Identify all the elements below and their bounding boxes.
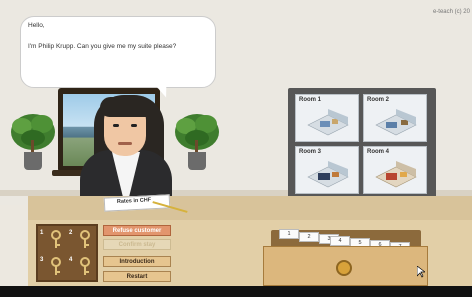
key-2[interactable]: 2 [69, 228, 95, 252]
restart-button[interactable]: Restart [103, 271, 171, 282]
mouse-cursor-icon [417, 266, 425, 278]
room-key-icon [51, 230, 61, 248]
character-eye [131, 124, 137, 127]
desk-top [28, 196, 472, 222]
speech-bubble: Hello, I'm Philip Krupp. Can you give me… [20, 16, 216, 88]
refuse-customer-button[interactable]: Refuse customer [103, 225, 171, 236]
key-4[interactable]: 4 [69, 255, 95, 279]
room-key-icon [51, 257, 61, 275]
hotel-reception-scene: e-teach (c) 20 Hello, I'm Philip Krupp. … [0, 0, 472, 297]
character-mouth [118, 142, 132, 145]
key-number: 4 [69, 257, 73, 263]
drawer-knob[interactable] [336, 260, 352, 276]
room-2-image-icon [375, 109, 417, 136]
disabled-button: Confirm stay [103, 239, 171, 250]
key-board: 1 2 3 4 [36, 224, 98, 282]
plant-pot [188, 152, 206, 170]
rate-sheet-title: Rates in CHF [116, 197, 152, 206]
guest-card[interactable]: 1 [279, 229, 299, 239]
right-plant [172, 106, 222, 176]
key-3[interactable]: 3 [40, 255, 66, 279]
room-3-label: Room 3 [299, 149, 322, 155]
guest-card[interactable]: 4 [330, 236, 350, 246]
room-1-image-icon [307, 109, 349, 136]
room-3-tile[interactable]: Room 3 [295, 146, 359, 194]
plant-leaves-icon [11, 114, 55, 156]
key-number: 1 [40, 230, 44, 236]
key-1[interactable]: 1 [40, 228, 66, 252]
key-number: 3 [40, 257, 44, 263]
room-4-tile[interactable]: Room 4 [363, 146, 427, 194]
plant-pot [24, 152, 42, 170]
room-4-image-icon [375, 161, 417, 188]
character-eye [113, 124, 119, 127]
room-key-icon [80, 230, 90, 248]
key-number: 2 [69, 230, 73, 236]
room-key-icon [80, 257, 90, 275]
dialog-line-1: Hello, [28, 22, 45, 29]
card-drawer[interactable]: 1 2 3 4 5 6 7 [263, 226, 428, 286]
room-monitor: Room 1 Room 2 Room 3 Room 4 [288, 88, 436, 198]
plant-leaves-icon [175, 114, 219, 156]
bottom-bar [0, 286, 472, 297]
introduction-button[interactable]: Introduction [103, 256, 171, 267]
room-1-tile[interactable]: Room 1 [295, 94, 359, 142]
room-2-tile[interactable]: Room 2 [363, 94, 427, 142]
left-plant [8, 106, 58, 176]
dialog-line-2: I'm Philip Krupp. Can you give me my sui… [28, 43, 177, 50]
room-1-label: Room 1 [299, 97, 322, 103]
character-bangs [100, 97, 152, 117]
room-2-label: Room 2 [367, 97, 390, 103]
credit-text: e-teach (c) 20 [432, 9, 470, 15]
guest-card[interactable]: 2 [299, 232, 319, 242]
room-4-label: Room 4 [367, 149, 390, 155]
room-3-image-icon [307, 161, 349, 188]
